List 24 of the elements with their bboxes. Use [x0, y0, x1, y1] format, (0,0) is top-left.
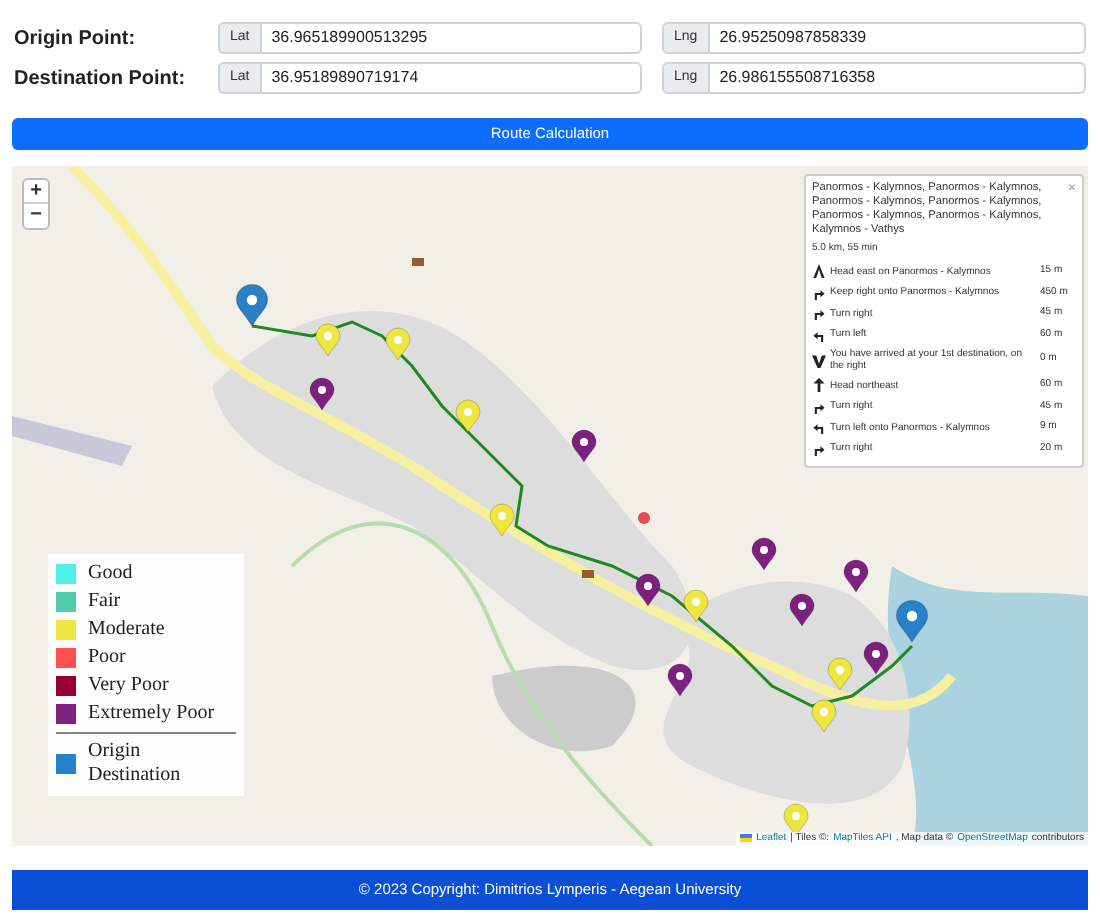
- coordinate-field[interactable]: 26.95250987858339: [709, 22, 1086, 54]
- turn-right-icon: [812, 441, 826, 456]
- legend-label: Fair: [88, 590, 121, 614]
- arrive-icon: [812, 353, 826, 367]
- point-label: Origin Point:: [14, 25, 138, 53]
- zoom-in-button[interactable]: +: [24, 180, 48, 204]
- straight-icon: [812, 378, 826, 393]
- coordinate-field[interactable]: 36.95189890719174: [261, 62, 642, 94]
- coordinate-field[interactable]: 26.986155508716358: [709, 62, 1086, 94]
- legend-label: Very Poor: [88, 674, 169, 698]
- depart-icon: [812, 264, 826, 279]
- turn-left-icon: [812, 327, 826, 342]
- legend-label: Good: [88, 562, 133, 586]
- coordinate-field[interactable]: 36.965189900513295: [261, 22, 642, 54]
- legend-label: Extremely Poor: [88, 702, 215, 726]
- zoom-out-button[interactable]: −: [24, 204, 48, 228]
- flag-icon: [740, 834, 753, 843]
- legend-label: Destination: [88, 764, 181, 788]
- legend-label: Poor: [88, 646, 126, 670]
- turn-right-icon: [812, 399, 826, 414]
- legend-label: Origin: [88, 740, 143, 764]
- point-label: Destination Point:: [14, 65, 188, 93]
- turn-left-icon: [812, 420, 826, 435]
- legend-label: Moderate: [88, 618, 165, 642]
